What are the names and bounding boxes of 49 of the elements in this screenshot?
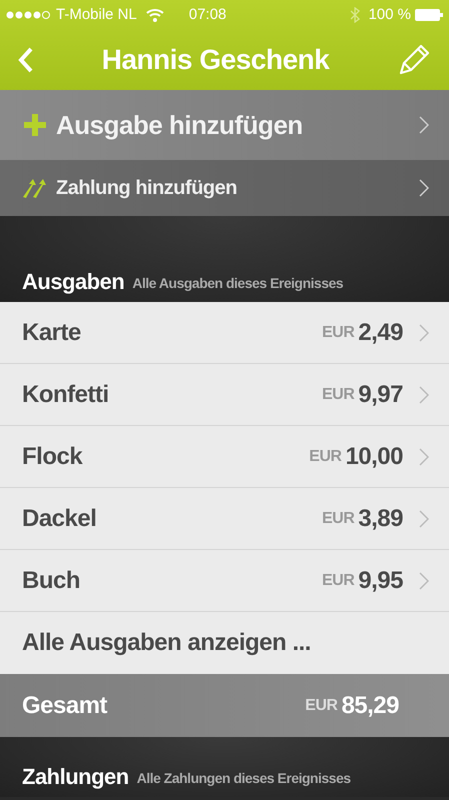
section-subtitle: Alle Ausgaben dieses Ereignisses [132,274,344,293]
chevron-icon [419,572,429,590]
battery-icon [415,9,443,21]
wifi-icon [144,8,165,22]
expense-name: Konfetti [22,380,110,410]
expense-row[interactable]: Konfetti EUR 9,97 [0,364,449,426]
expense-name: Flock [22,442,84,472]
signal-icon [6,9,52,21]
expense-amount: 9,95 [358,566,403,596]
bluetooth-icon [350,7,360,23]
expense-row[interactable]: Karte EUR 2,49 [0,302,449,364]
total-amount: 85,29 [341,690,399,720]
action-label: Zahlung hinzufügen [56,176,238,201]
section-subtitle: Alle Zahlungen dieses Ereignisses [136,769,351,788]
screen-title: Hannis Geschenk [102,43,330,77]
expense-name: Karte [22,318,82,348]
carrier-name: T-Mobile NL [56,4,137,25]
total-label: Gesamt [22,690,108,720]
battery-percent: 100 % [368,4,411,25]
chevron-icon [419,448,429,466]
chevron-icon [419,179,429,197]
currency-label: EUR [322,384,354,404]
back-icon [18,46,34,74]
chevron-icon [419,386,429,404]
section-title: Zahlungen [22,763,129,791]
currency-label: EUR [322,322,354,342]
currency-label: EUR [305,696,338,716]
expense-name: Dackel [22,504,98,534]
action-label: Ausgabe hinzufügen [56,108,304,142]
status-time: 07:08 [188,4,226,25]
expense-amount: 9,97 [358,380,403,410]
back-button[interactable] [18,46,34,74]
expense-name: Buch [22,566,81,596]
chevron-icon [419,116,429,134]
expense-amount: 2,49 [358,318,403,348]
expense-amount: 10,00 [345,442,403,472]
expense-row[interactable]: Buch EUR 9,95 [0,550,449,612]
expense-amount: 3,89 [358,504,403,534]
add-payment-row[interactable]: Zahlung hinzufügen [0,160,449,216]
double-arrow-icon [22,177,48,199]
currency-label: EUR [322,570,354,590]
section-title: Ausgaben [22,268,124,296]
expense-row[interactable]: Flock EUR 10,00 [0,426,449,488]
chevron-icon [419,324,429,342]
chevron-icon [419,510,429,528]
currency-label: EUR [309,446,342,466]
currency-label: EUR [322,508,354,528]
expense-row[interactable]: Dackel EUR 3,89 [0,488,449,550]
plus-icon [22,112,48,138]
